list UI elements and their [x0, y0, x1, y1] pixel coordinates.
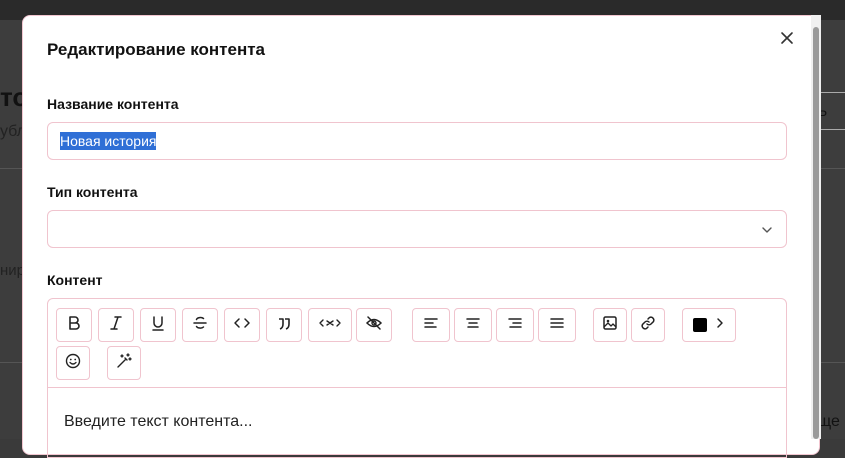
background-text-right: ще: [818, 413, 840, 430]
content-type-select[interactable]: [47, 210, 787, 248]
strikethrough-icon: [191, 314, 209, 337]
code-icon: [233, 314, 251, 337]
text-color-button[interactable]: [682, 308, 736, 342]
edit-content-modal: Редактирование контента Название контент…: [22, 15, 820, 458]
bold-icon: [65, 314, 83, 337]
content-type-label: Тип контента: [47, 184, 138, 200]
insert-image-button[interactable]: [593, 308, 627, 342]
content-name-label: Название контента: [47, 96, 179, 112]
content-editor-placeholder[interactable]: Введите текст контента...: [64, 413, 252, 431]
modal-scrollbar[interactable]: [811, 15, 821, 439]
chevron-right-icon: [715, 316, 725, 335]
emoji-icon: [64, 352, 82, 375]
code-block-icon: [318, 314, 342, 337]
content-name-input[interactable]: Новая история: [47, 122, 787, 160]
strikethrough-button[interactable]: [182, 308, 218, 342]
chevron-down-icon: [760, 223, 774, 237]
magic-wand-button[interactable]: [107, 346, 141, 380]
quote-icon: [275, 314, 293, 337]
emoji-button[interactable]: [56, 346, 90, 380]
magic-wand-icon: [115, 352, 133, 375]
italic-icon: [107, 314, 125, 337]
code-block-button[interactable]: [308, 308, 352, 342]
modal-title: Редактирование контента: [47, 40, 266, 59]
align-right-button[interactable]: [496, 308, 534, 342]
align-justify-icon: [548, 314, 566, 337]
align-center-icon: [464, 314, 482, 337]
underline-button[interactable]: [140, 308, 176, 342]
bold-button[interactable]: [56, 308, 92, 342]
code-button[interactable]: [224, 308, 260, 342]
align-left-icon: [422, 314, 440, 337]
hide-button[interactable]: [356, 308, 392, 342]
rich-text-editor: Введите текст контента...: [47, 298, 787, 458]
align-left-button[interactable]: [412, 308, 450, 342]
content-label: Контент: [47, 272, 103, 288]
italic-button[interactable]: [98, 308, 134, 342]
link-icon: [639, 314, 657, 337]
align-justify-button[interactable]: [538, 308, 576, 342]
scrollbar-thumb[interactable]: [813, 27, 819, 439]
text-color-swatch: [693, 318, 707, 332]
content-name-value: Новая история: [60, 132, 157, 150]
align-center-button[interactable]: [454, 308, 492, 342]
quote-button[interactable]: [266, 308, 302, 342]
underline-icon: [149, 314, 167, 337]
close-icon[interactable]: [779, 30, 795, 46]
hide-icon: [365, 314, 383, 337]
insert-link-button[interactable]: [631, 308, 665, 342]
align-right-icon: [506, 314, 524, 337]
image-icon: [601, 314, 619, 337]
toolbar-divider: [48, 387, 786, 388]
